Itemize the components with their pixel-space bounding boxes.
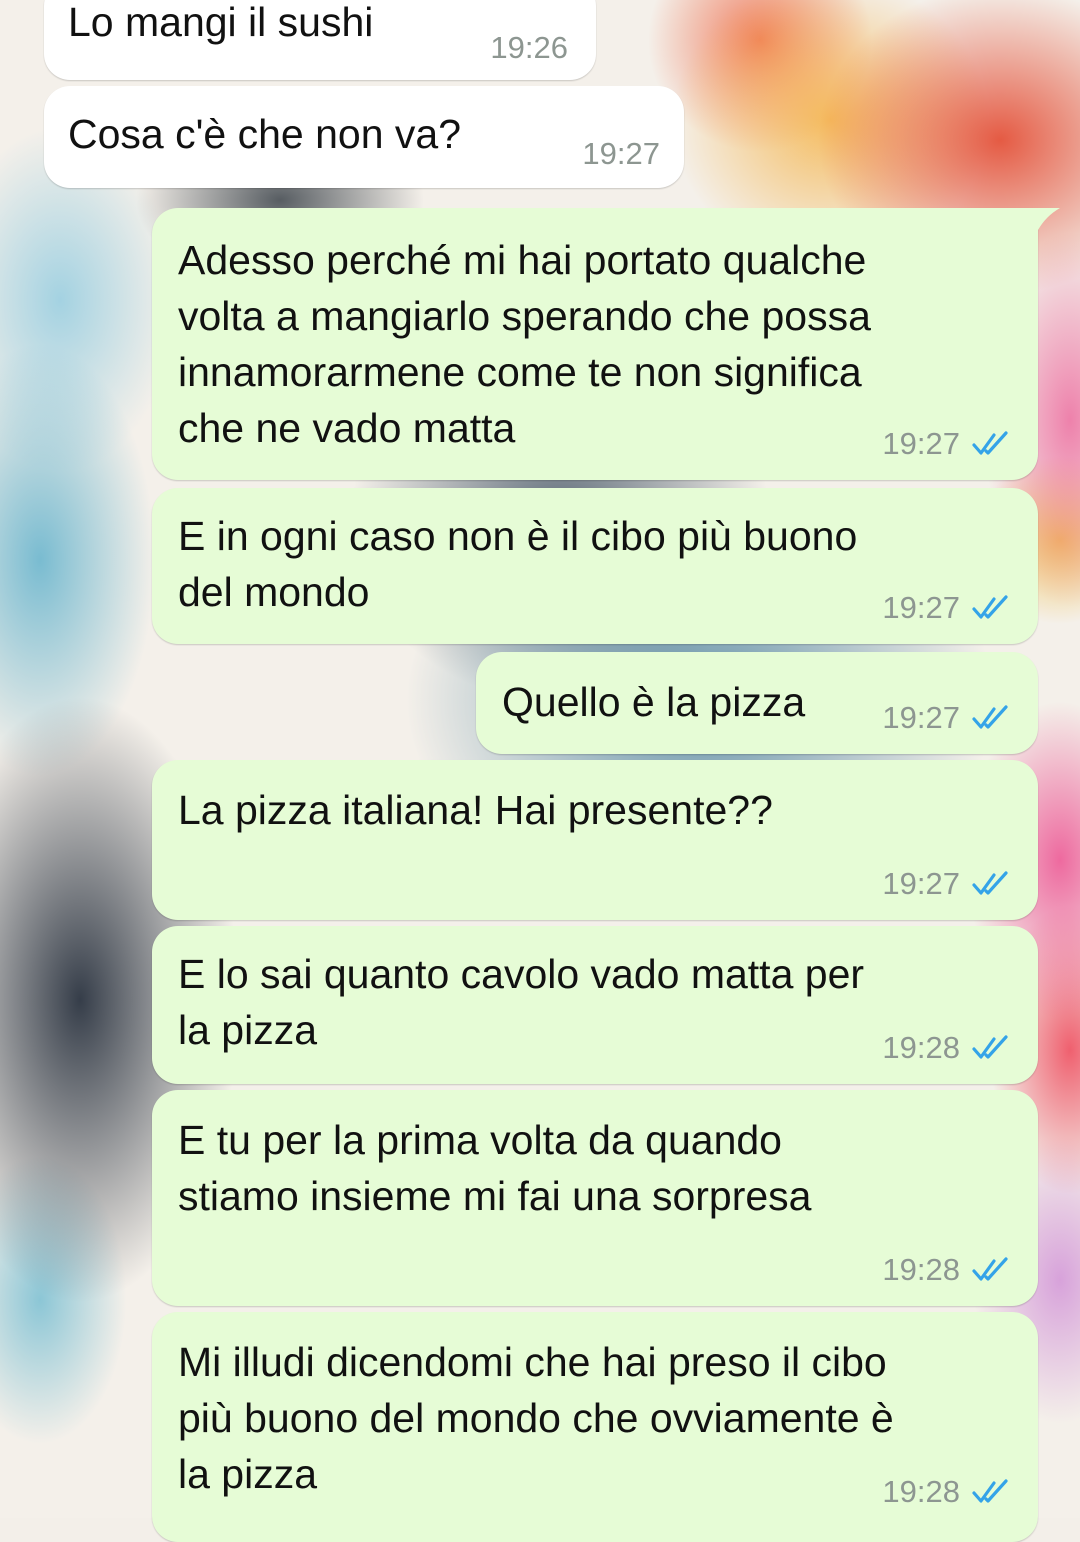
message-time: 19:28 <box>882 1252 960 1287</box>
message-text: Mi illudi dicendomi che hai preso il cib… <box>178 1339 894 1497</box>
message-time: 19:28 <box>882 1474 960 1509</box>
message-text: Lo mangi il sushi <box>68 0 374 45</box>
message-bubble-outgoing[interactable]: Adesso perché mi hai portato qualche vol… <box>152 208 1038 480</box>
message-text: Quello è la pizza <box>502 679 806 725</box>
message-time: 19:27 <box>882 700 960 735</box>
double-check-icon <box>972 1479 1008 1503</box>
double-check-icon <box>972 595 1008 619</box>
message-list[interactable]: Lo mangi il sushi 19:26 Cosa c'è che non… <box>0 0 1080 1542</box>
message-text: La pizza italiana! Hai presente?? <box>178 787 773 833</box>
message-time: 19:27 <box>882 590 960 625</box>
message-text: Adesso perché mi hai portato qualche vol… <box>178 237 871 451</box>
message-bubble-incoming[interactable]: Cosa c'è che non va? 19:27 <box>44 86 684 188</box>
message-time: 19:28 <box>882 1030 960 1065</box>
message-bubble-outgoing[interactable]: Quello è la pizza 19:27 <box>476 652 1038 754</box>
message-bubble-outgoing[interactable]: E in ogni caso non è il cibo più buono d… <box>152 488 1038 644</box>
double-check-icon <box>972 431 1008 455</box>
message-bubble-outgoing[interactable]: Mi illudi dicendomi che hai preso il cib… <box>152 1312 1038 1542</box>
message-time: 19:27 <box>582 136 660 171</box>
message-bubble-outgoing[interactable]: La pizza italiana! Hai presente?? 19:27 <box>152 760 1038 920</box>
message-text: E lo sai quanto cavolo vado matta per la… <box>178 951 865 1053</box>
bubble-tail <box>1038 208 1060 230</box>
message-time: 19:26 <box>490 30 568 65</box>
double-check-icon <box>972 1035 1008 1059</box>
double-check-icon <box>972 1257 1008 1281</box>
message-time: 19:27 <box>882 426 960 461</box>
double-check-icon <box>972 705 1008 729</box>
message-bubble-outgoing[interactable]: E tu per la prima volta da quando stiamo… <box>152 1090 1038 1306</box>
message-time: 19:27 <box>882 866 960 901</box>
message-bubble-incoming[interactable]: Lo mangi il sushi 19:26 <box>44 0 596 80</box>
message-bubble-outgoing[interactable]: E lo sai quanto cavolo vado matta per la… <box>152 926 1038 1084</box>
message-text: Cosa c'è che non va? <box>68 111 462 157</box>
message-text: E tu per la prima volta da quando stiamo… <box>178 1117 812 1219</box>
double-check-icon <box>972 871 1008 895</box>
message-text: E in ogni caso non è il cibo più buono d… <box>178 513 858 615</box>
